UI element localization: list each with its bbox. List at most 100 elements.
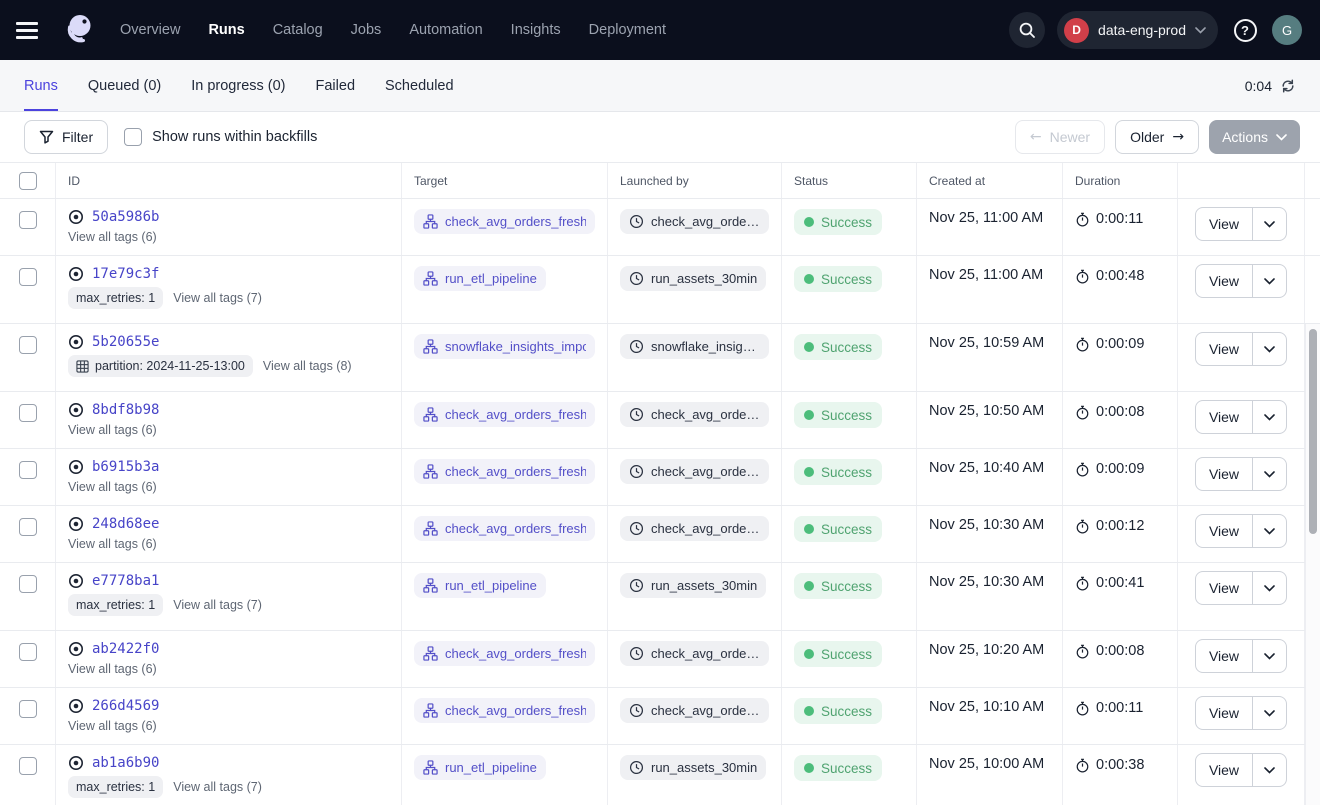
tab-scheduled[interactable]: Scheduled xyxy=(385,60,454,111)
nav-item-insights[interactable]: Insights xyxy=(511,22,561,38)
actions-button[interactable]: Actions xyxy=(1209,120,1300,154)
filter-button[interactable]: Filter xyxy=(24,120,108,154)
user-avatar[interactable]: G xyxy=(1272,15,1302,45)
run-id-link[interactable]: 5b20655e xyxy=(92,334,159,350)
view-button[interactable]: View xyxy=(1196,208,1252,240)
scrollbar-thumb[interactable] xyxy=(1309,329,1317,534)
dagster-logo-icon[interactable] xyxy=(60,12,96,48)
row-checkbox[interactable] xyxy=(19,757,37,775)
row-checkbox[interactable] xyxy=(19,700,37,718)
launched-by-pill[interactable]: check_avg_orders_f… xyxy=(620,516,769,541)
view-button[interactable]: View xyxy=(1196,401,1252,433)
run-id-link[interactable]: e7778ba1 xyxy=(92,573,159,589)
row-checkbox[interactable] xyxy=(19,461,37,479)
view-all-tags-link[interactable]: View all tags (6) xyxy=(68,480,157,494)
view-dropdown-button[interactable] xyxy=(1252,515,1286,547)
older-button[interactable]: Older → xyxy=(1115,120,1199,154)
view-button[interactable]: View xyxy=(1196,265,1252,297)
view-all-tags-link[interactable]: View all tags (6) xyxy=(68,719,157,733)
run-id-link[interactable]: ab1a6b90 xyxy=(92,755,159,771)
launched-by-pill[interactable]: snowflake_insights_… xyxy=(620,334,769,359)
target-pill[interactable]: check_avg_orders_freshne xyxy=(414,459,595,484)
view-all-tags-link[interactable]: View all tags (8) xyxy=(263,359,352,373)
launched-by-pill[interactable]: check_avg_orders_f… xyxy=(620,698,769,723)
target-pill[interactable]: check_avg_orders_freshne xyxy=(414,641,595,666)
launched-by-pill[interactable]: check_avg_orders_f… xyxy=(620,402,769,427)
view-all-tags-link[interactable]: View all tags (6) xyxy=(68,423,157,437)
row-checkbox[interactable] xyxy=(19,575,37,593)
target-pill[interactable]: run_etl_pipeline xyxy=(414,755,546,780)
row-checkbox[interactable] xyxy=(19,268,37,286)
tag-pill[interactable]: partition: 2024-11-25-13:00 xyxy=(68,355,253,377)
newer-button[interactable]: ← Newer xyxy=(1015,120,1105,154)
view-dropdown-button[interactable] xyxy=(1252,208,1286,240)
tab-failed[interactable]: Failed xyxy=(316,60,356,111)
run-id-link[interactable]: 266d4569 xyxy=(92,698,159,714)
view-dropdown-button[interactable] xyxy=(1252,697,1286,729)
select-all-checkbox[interactable] xyxy=(19,172,37,190)
row-checkbox[interactable] xyxy=(19,404,37,422)
view-button[interactable]: View xyxy=(1196,754,1252,786)
view-button[interactable]: View xyxy=(1196,697,1252,729)
view-dropdown-button[interactable] xyxy=(1252,640,1286,672)
scrollbar-track[interactable] xyxy=(1305,324,1320,805)
menu-icon[interactable] xyxy=(16,15,46,45)
target-pill[interactable]: check_avg_orders_freshne xyxy=(414,516,595,541)
view-all-tags-link[interactable]: View all tags (6) xyxy=(68,230,157,244)
launched-by-pill[interactable]: run_assets_30min xyxy=(620,266,766,291)
view-dropdown-button[interactable] xyxy=(1252,458,1286,490)
view-button[interactable]: View xyxy=(1196,458,1252,490)
run-id-link[interactable]: 50a5986b xyxy=(92,209,159,225)
help-icon[interactable]: ? xyxy=(1230,15,1260,45)
view-dropdown-button[interactable] xyxy=(1252,754,1286,786)
view-button[interactable]: View xyxy=(1196,640,1252,672)
tag-pill[interactable]: max_retries: 1 xyxy=(68,776,163,798)
nav-item-jobs[interactable]: Jobs xyxy=(351,22,382,38)
view-dropdown-button[interactable] xyxy=(1252,265,1286,297)
backfills-checkbox[interactable] xyxy=(124,128,142,146)
launched-by-pill[interactable]: run_assets_30min xyxy=(620,573,766,598)
deployment-switcher[interactable]: D data-eng-prod xyxy=(1057,11,1218,49)
launched-by-pill[interactable]: check_avg_orders_f… xyxy=(620,209,769,234)
target-pill[interactable]: check_avg_orders_freshne xyxy=(414,698,595,723)
tag-pill[interactable]: max_retries: 1 xyxy=(68,594,163,616)
target-pill[interactable]: check_avg_orders_freshne xyxy=(414,402,595,427)
run-id-link[interactable]: 17e79c3f xyxy=(92,266,159,282)
search-icon[interactable] xyxy=(1009,12,1045,48)
view-dropdown-button[interactable] xyxy=(1252,333,1286,365)
view-dropdown-button[interactable] xyxy=(1252,401,1286,433)
launched-by-pill[interactable]: check_avg_orders_f… xyxy=(620,641,769,666)
nav-item-overview[interactable]: Overview xyxy=(120,22,180,38)
run-id-link[interactable]: 248d68ee xyxy=(92,516,159,532)
row-checkbox[interactable] xyxy=(19,518,37,536)
view-dropdown-button[interactable] xyxy=(1252,572,1286,604)
view-all-tags-link[interactable]: View all tags (7) xyxy=(173,780,262,794)
row-checkbox[interactable] xyxy=(19,336,37,354)
target-pill[interactable]: check_avg_orders_freshne xyxy=(414,209,595,234)
launched-by-pill[interactable]: check_avg_orders_f… xyxy=(620,459,769,484)
tag-pill[interactable]: max_retries: 1 xyxy=(68,287,163,309)
target-pill[interactable]: snowflake_insights_import xyxy=(414,334,595,359)
target-pill[interactable]: run_etl_pipeline xyxy=(414,573,546,598)
run-id-link[interactable]: ab2422f0 xyxy=(92,641,159,657)
target-pill[interactable]: run_etl_pipeline xyxy=(414,266,546,291)
row-checkbox[interactable] xyxy=(19,643,37,661)
run-id-link[interactable]: 8bdf8b98 xyxy=(92,402,159,418)
view-all-tags-link[interactable]: View all tags (7) xyxy=(173,598,262,612)
run-id-link[interactable]: b6915b3a xyxy=(92,459,159,475)
nav-item-runs[interactable]: Runs xyxy=(208,22,244,38)
nav-item-automation[interactable]: Automation xyxy=(409,22,482,38)
refresh-icon[interactable] xyxy=(1280,78,1296,94)
view-all-tags-link[interactable]: View all tags (7) xyxy=(173,291,262,305)
view-button[interactable]: View xyxy=(1196,515,1252,547)
tab-queued-0-[interactable]: Queued (0) xyxy=(88,60,161,111)
view-button[interactable]: View xyxy=(1196,333,1252,365)
row-checkbox[interactable] xyxy=(19,211,37,229)
view-all-tags-link[interactable]: View all tags (6) xyxy=(68,662,157,676)
view-all-tags-link[interactable]: View all tags (6) xyxy=(68,537,157,551)
nav-item-deployment[interactable]: Deployment xyxy=(589,22,666,38)
tab-in-progress-0-[interactable]: In progress (0) xyxy=(191,60,285,111)
nav-item-catalog[interactable]: Catalog xyxy=(273,22,323,38)
launched-by-pill[interactable]: run_assets_30min xyxy=(620,755,766,780)
view-button[interactable]: View xyxy=(1196,572,1252,604)
